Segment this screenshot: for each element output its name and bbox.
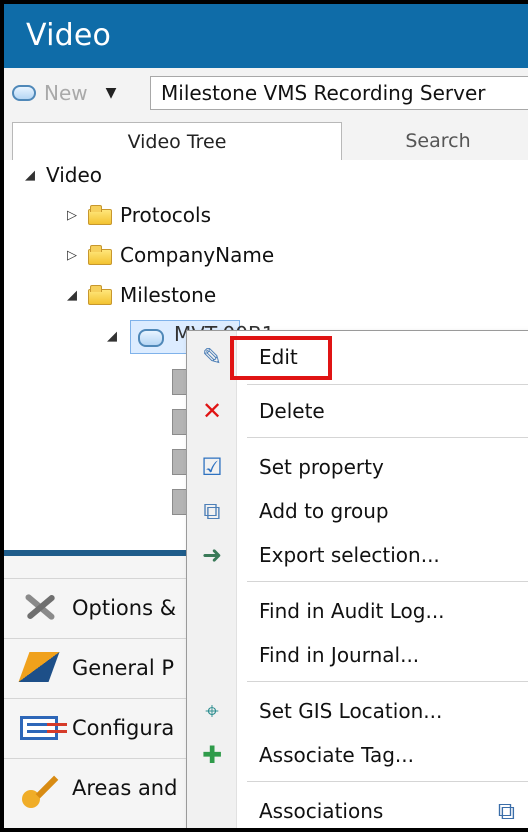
menu-item-label: Set GIS Location... xyxy=(259,699,443,723)
nav-item-label: Configura xyxy=(72,715,175,740)
tree-root-video[interactable]: ◢ Video xyxy=(22,160,102,190)
menu-item-label: Edit xyxy=(259,345,298,369)
menu-item-label: Add to group xyxy=(259,499,389,523)
menu-item-label: Associations xyxy=(259,799,384,823)
expanded-arrow-icon[interactable]: ◢ xyxy=(22,168,38,183)
menu-separator xyxy=(247,581,528,582)
tag-icon: ✚ xyxy=(201,741,223,769)
expanded-arrow-icon[interactable]: ◢ xyxy=(64,288,80,303)
nav-item-general[interactable]: General P xyxy=(4,638,194,696)
menu-item-label: Associate Tag... xyxy=(259,743,414,767)
check-icon: ☑ xyxy=(201,453,223,481)
left-navigation: Options & General P Configura Areas and xyxy=(4,556,194,828)
tab-video-tree-label: Video Tree xyxy=(127,130,227,153)
new-button-label: New xyxy=(44,81,88,105)
window-title: Video xyxy=(26,18,112,53)
tab-video-tree[interactable]: Video Tree xyxy=(12,122,342,160)
server-icon xyxy=(12,85,36,101)
menu-item-find-journal[interactable]: Find in Journal... xyxy=(187,635,528,675)
menu-item-label: Find in Journal... xyxy=(259,643,420,667)
menu-item-associate-tag[interactable]: ✚ Associate Tag... xyxy=(187,735,528,775)
tree-item-milestone[interactable]: ◢ Milestone xyxy=(64,280,216,310)
application-window: Video New ▼ Milestone VMS Recording Serv… xyxy=(0,0,528,832)
folder-icon xyxy=(88,245,112,265)
tree-root-label: Video xyxy=(46,163,103,187)
key-icon xyxy=(18,766,62,810)
menu-item-add-to-group[interactable]: ⧉ Add to group xyxy=(187,491,528,531)
toolbar: New ▼ Milestone VMS Recording Server xyxy=(4,68,528,119)
tree-item-label: CompanyName xyxy=(120,243,275,267)
menu-item-edit[interactable]: ✎ Edit xyxy=(187,337,528,377)
server-icon xyxy=(138,329,164,347)
collapsed-arrow-icon[interactable]: ▷ xyxy=(64,208,80,223)
menu-separator xyxy=(247,384,528,385)
menu-item-export-selection[interactable]: ➜ Export selection... xyxy=(187,535,528,575)
tab-search[interactable]: Search xyxy=(344,122,528,160)
tools-icon xyxy=(18,586,62,630)
tree-item-protocols[interactable]: ▷ Protocols xyxy=(64,200,211,230)
menu-item-set-property[interactable]: ☑ Set property xyxy=(187,447,528,487)
tab-search-label: Search xyxy=(405,130,471,152)
menu-item-delete[interactable]: ✕ Delete xyxy=(187,391,528,431)
gis-icon: ⌖ xyxy=(205,697,219,725)
tree-item-label: Milestone xyxy=(120,283,217,307)
nav-item-options[interactable]: Options & xyxy=(4,578,194,636)
export-icon: ➜ xyxy=(201,541,223,569)
menu-separator xyxy=(247,681,528,682)
delete-icon: ✕ xyxy=(201,397,223,425)
menu-separator xyxy=(247,781,528,782)
nav-item-label: General P xyxy=(72,655,175,680)
menu-item-label: Delete xyxy=(259,399,325,423)
menu-item-label: Find in Audit Log... xyxy=(259,599,445,623)
tree-item-label: Protocols xyxy=(120,203,212,227)
tree-item-companyname[interactable]: ▷ CompanyName xyxy=(64,240,274,270)
submenu-icon: ⧉ xyxy=(497,797,515,825)
menu-item-label: Export selection... xyxy=(259,543,440,567)
title-bar: Video xyxy=(4,4,528,68)
new-button[interactable]: New ▼ xyxy=(12,77,144,109)
tab-strip: Video Tree Search xyxy=(4,118,528,161)
group-icon: ⧉ xyxy=(203,497,221,525)
menu-item-label: Set property xyxy=(259,455,384,479)
nav-item-label: Areas and xyxy=(72,775,178,800)
nav-item-label: Options & xyxy=(72,595,177,620)
nav-item-areas[interactable]: Areas and xyxy=(4,758,194,816)
server-selector-value: Milestone VMS Recording Server xyxy=(161,81,486,105)
server-selector[interactable]: Milestone VMS Recording Server xyxy=(150,76,528,110)
expanded-arrow-icon[interactable]: ◢ xyxy=(104,329,120,344)
context-menu: ✎ Edit ✕ Delete ☑ Set property ⧉ Add to … xyxy=(186,330,528,828)
menu-separator xyxy=(247,437,528,438)
nav-item-configuration[interactable]: Configura xyxy=(4,698,194,756)
collapsed-arrow-icon[interactable]: ▷ xyxy=(64,248,80,263)
menu-item-associations[interactable]: Associations ⧉ xyxy=(187,791,528,828)
menu-item-set-gis-location[interactable]: ⌖ Set GIS Location... xyxy=(187,691,528,731)
menu-item-find-audit-log[interactable]: Find in Audit Log... xyxy=(187,591,528,631)
edit-icon: ✎ xyxy=(201,343,223,371)
folder-icon xyxy=(88,285,112,305)
tree-item-server-expander[interactable]: ◢ xyxy=(104,321,120,351)
flag-icon xyxy=(18,646,62,690)
configuration-icon xyxy=(18,706,62,750)
folder-icon xyxy=(88,205,112,225)
chevron-down-icon[interactable]: ▼ xyxy=(106,85,117,101)
